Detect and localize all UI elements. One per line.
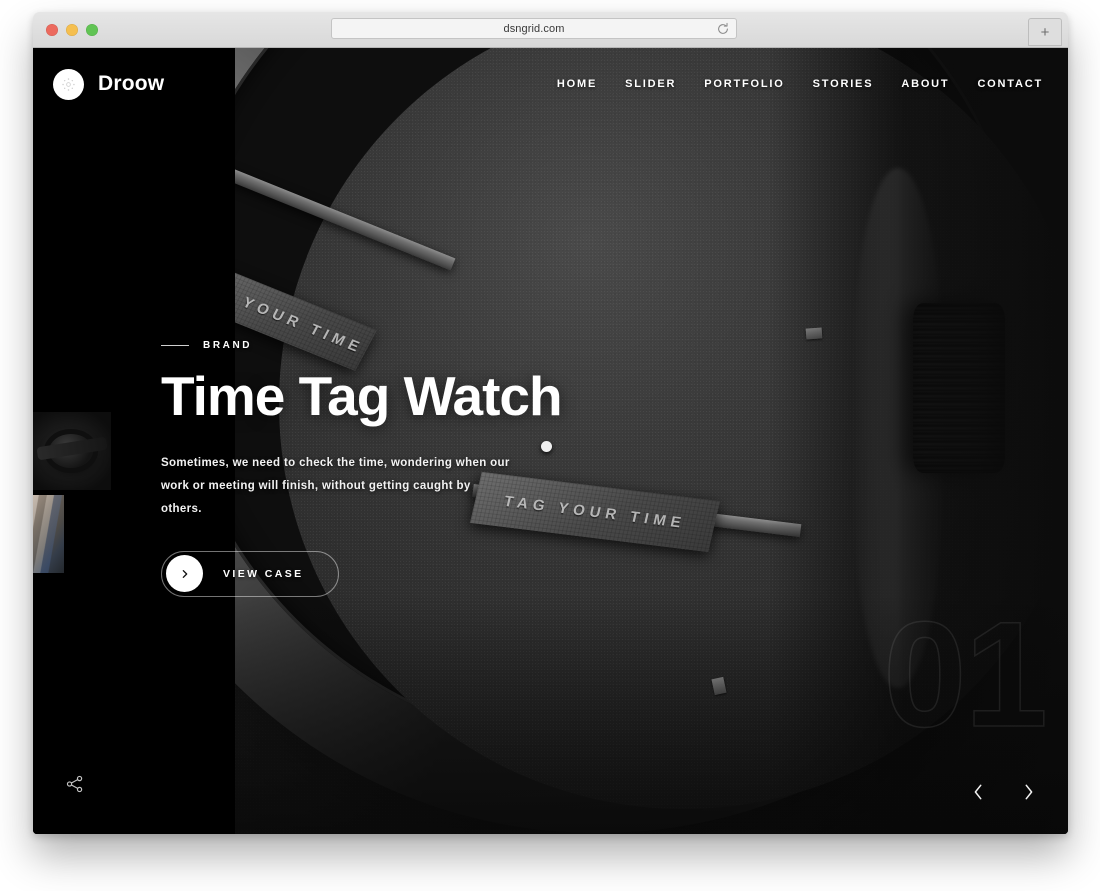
main-navigation: HOME SLIDER PORTFOLIO STORIES ABOUT CONT… <box>557 78 1043 90</box>
browser-window: dsngrid.com + TAG YOUR TIME TAG YOUR TIM… <box>33 12 1068 834</box>
hero-eyebrow: BRAND <box>161 340 681 351</box>
logo-text: Droow <box>98 72 165 95</box>
hero-category-label: BRAND <box>203 340 253 351</box>
view-case-button[interactable]: VIEW CASE <box>161 550 339 597</box>
nav-item-contact[interactable]: CONTACT <box>977 78 1043 90</box>
browser-titlebar: dsngrid.com + <box>33 12 1068 48</box>
slider-navigation <box>968 782 1038 802</box>
nav-item-slider[interactable]: SLIDER <box>625 78 676 90</box>
maximize-window-button[interactable] <box>86 24 98 36</box>
view-case-label: VIEW CASE <box>223 567 304 580</box>
slider-thumbnail-rail: 01 <box>33 412 123 573</box>
slide-number-watermark: 01 <box>882 590 1048 758</box>
address-bar[interactable]: dsngrid.com <box>331 18 737 39</box>
window-controls <box>46 24 98 36</box>
site-header: Droow HOME SLIDER PORTFOLIO STORIES ABOU… <box>33 48 1068 120</box>
page-viewport: TAG YOUR TIME TAG YOUR TIME Droow HOME S… <box>33 48 1068 834</box>
url-text: dsngrid.com <box>503 22 565 35</box>
nav-item-home[interactable]: HOME <box>557 78 597 90</box>
hero-title: Time Tag Watch <box>161 365 563 427</box>
hero-content: BRAND Time Tag Watch Sometimes, we need … <box>161 340 681 597</box>
brand-logo[interactable]: Droow <box>53 68 165 100</box>
chevron-left-icon[interactable] <box>968 782 988 802</box>
hero-description: Sometimes, we need to check the time, wo… <box>161 456 510 515</box>
chevron-right-icon[interactable] <box>1018 782 1038 802</box>
close-window-button[interactable] <box>46 24 58 36</box>
nav-item-portfolio[interactable]: PORTFOLIO <box>704 78 784 90</box>
new-tab-button[interactable]: + <box>1028 18 1062 46</box>
minimize-window-button[interactable] <box>66 24 78 36</box>
nav-item-stories[interactable]: STORIES <box>813 78 874 90</box>
sun-dots-icon <box>53 68 84 100</box>
eyebrow-dash <box>161 345 189 346</box>
reload-icon[interactable] <box>716 22 730 36</box>
share-icon[interactable] <box>65 774 87 796</box>
nav-item-about[interactable]: ABOUT <box>901 78 949 90</box>
thumbnail-watch[interactable]: 01 <box>33 412 111 490</box>
thumbnail-desk[interactable] <box>33 495 64 573</box>
chevron-right-icon <box>166 555 203 593</box>
